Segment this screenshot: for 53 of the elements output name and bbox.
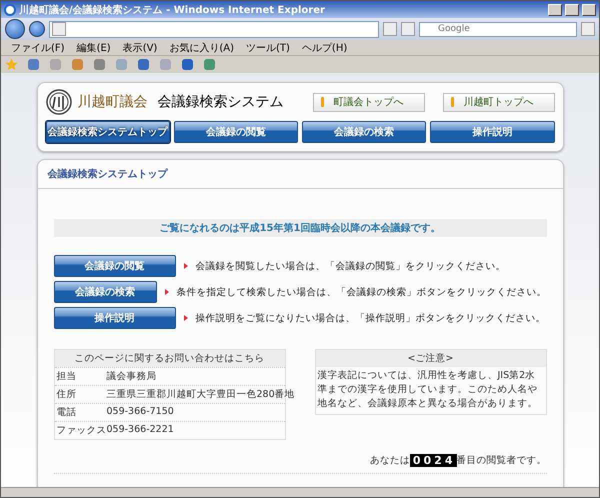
action-button[interactable]: 会議録の閲覧 [54, 255, 176, 277]
action-button[interactable]: 操作説明 [54, 307, 176, 329]
menu-item[interactable]: 編集(E) [76, 40, 111, 54]
notice-text: ご覧になれるのは平成15年第1回臨時会以降の本会議録です。 [54, 219, 546, 237]
action-description: 条件を指定して検索したい場合は、「会議録の検索」ボタンをクリックください。 [176, 286, 546, 298]
top-link-button[interactable]: 町議会トップへ [312, 92, 424, 112]
back-button[interactable] [5, 19, 25, 39]
menu-item[interactable]: ツール(T) [246, 40, 290, 54]
contact-value: 三重県三重郡川越町大字豊田一色280番地 [106, 388, 295, 401]
search-button[interactable] [581, 22, 595, 36]
address-field[interactable] [49, 20, 379, 38]
action-description: 会議録を閲覧したい場合は、「会議録の閲覧」をクリックください。 [196, 260, 506, 272]
top-link-button[interactable]: 川越町トップへ [442, 92, 554, 112]
menu-item[interactable]: 表示(V) [122, 40, 158, 54]
council-name: 川越町議会 [78, 93, 148, 111]
refresh-button[interactable] [383, 22, 397, 36]
visitor-text: あなたは [370, 454, 410, 467]
system-title: 会議録検索システム [158, 93, 284, 111]
bullet-icon [184, 263, 188, 269]
nav-tab[interactable]: 会議録の検索 [302, 121, 426, 143]
visitor-text: 番目の閲覧者です。 [456, 454, 546, 467]
action-description: 操作説明をご覧になりたい場合は、「操作説明」ボタンをクリックください。 [196, 312, 546, 324]
visitor-counter: 0024 [410, 454, 456, 467]
contact-value: 059-366-2221 [106, 424, 174, 437]
close-button[interactable] [582, 4, 596, 16]
contact-heading: このページに関するお問い合わせはこちら [54, 350, 284, 367]
contact-value: 議会事務局 [106, 370, 156, 383]
search-field[interactable]: Google [419, 22, 577, 36]
star-icon[interactable] [5, 58, 18, 71]
emblem-logo [46, 89, 72, 115]
contact-label: ファックス [56, 424, 106, 437]
caution-heading: <ご注意> [316, 350, 546, 367]
contact-label: 担当 [56, 370, 78, 383]
nav-tab[interactable]: 会議録検索システムトップ [46, 121, 170, 143]
browser-icon [4, 4, 16, 16]
menu-item[interactable]: ファイル(F) [11, 40, 65, 54]
caution-text: 漢字表記については、汎用性を考慮し、JIS第2水準までの漢字を使用しています。このため人名や地名など、会議録原本と異なる場合があります。 [316, 369, 538, 411]
contact-value: 059-366-7150 [106, 406, 174, 419]
menu-item[interactable]: ヘルプ(H) [302, 40, 348, 54]
window-title: 川越町議会/会議録検索システム - Windows Internet Explorer [19, 3, 326, 16]
nav-tab[interactable]: 操作説明 [430, 121, 554, 143]
action-button[interactable]: 会議録の検索 [54, 281, 156, 303]
maximize-button[interactable] [565, 4, 579, 16]
forward-button[interactable] [29, 21, 45, 37]
minimize-button[interactable] [548, 4, 562, 16]
bullet-icon [184, 315, 188, 321]
bullet-icon [164, 289, 168, 295]
page-heading: 会議録検索システムトップ [48, 169, 168, 180]
contact-label: 電話 [56, 406, 78, 419]
menu-item[interactable]: お気に入り(A) [169, 40, 234, 54]
contact-label: 住所 [56, 388, 78, 401]
nav-tab[interactable]: 会議録の閲覧 [174, 121, 298, 143]
stop-button[interactable] [401, 22, 415, 36]
